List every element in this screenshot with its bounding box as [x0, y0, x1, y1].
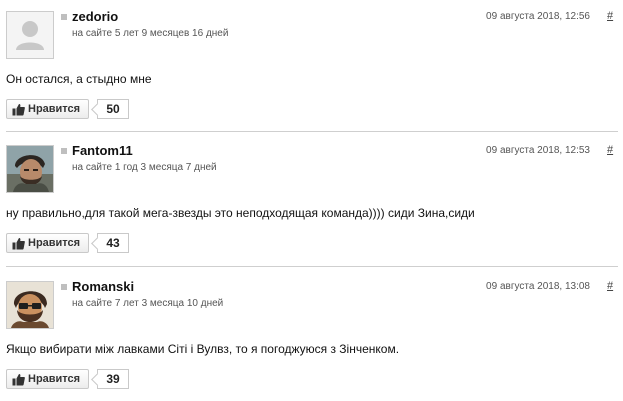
comment-text: Якщо вибирати між лавками Сіті і Вулвз, … — [6, 342, 400, 356]
status-indicator — [61, 14, 67, 20]
comment-divider — [6, 131, 618, 132]
comment-permalink[interactable]: # — [607, 144, 613, 156]
like-button-label: Нравится — [28, 373, 81, 385]
like-button[interactable]: Нравится — [6, 99, 89, 119]
comment-text: Он остался, а стыдно мне — [6, 72, 152, 86]
like-button-label: Нравится — [28, 237, 81, 249]
comment-item: zedorio на сайте 5 лет 9 месяцев 16 дней… — [0, 0, 623, 130]
like-button-label: Нравится — [28, 103, 81, 115]
thumbs-up-icon — [12, 104, 25, 116]
comment-text: ну правильно,для такой мега-звезды это н… — [6, 206, 475, 220]
comment-timestamp: 09 августа 2018, 12:53 — [486, 145, 590, 156]
like-button[interactable]: Нравится — [6, 233, 89, 253]
comment-permalink[interactable]: # — [607, 280, 613, 292]
comment-site-age: на сайте 7 лет 3 месяца 10 дней — [72, 298, 224, 309]
comment-site-age: на сайте 1 год 3 месяца 7 дней — [72, 162, 217, 173]
default-avatar-icon[interactable] — [6, 11, 54, 59]
like-count: 50 — [97, 99, 129, 119]
comment-username[interactable]: zedorio — [72, 9, 118, 24]
comment-item: Fantom11 на сайте 1 год 3 месяца 7 дней … — [0, 134, 623, 264]
like-button[interactable]: Нравится — [6, 369, 89, 389]
user-photo-avatar[interactable] — [6, 145, 54, 193]
comment-timestamp: 09 августа 2018, 12:56 — [486, 11, 590, 22]
comment-username[interactable]: Romanski — [72, 279, 134, 294]
comment-site-age: на сайте 5 лет 9 месяцев 16 дней — [72, 28, 229, 39]
comment-divider — [6, 266, 618, 267]
comment-permalink[interactable]: # — [607, 10, 613, 22]
thumbs-up-icon — [12, 238, 25, 250]
cartoon-avatar[interactable] — [6, 281, 54, 329]
comment-username[interactable]: Fantom11 — [72, 143, 133, 158]
comment-timestamp: 09 августа 2018, 13:08 — [486, 281, 590, 292]
status-indicator — [61, 284, 67, 290]
like-count: 43 — [97, 233, 129, 253]
like-count: 39 — [97, 369, 129, 389]
status-indicator — [61, 148, 67, 154]
thumbs-up-icon — [12, 374, 25, 386]
comment-item: Romanski на сайте 7 лет 3 месяца 10 дней… — [0, 270, 623, 400]
